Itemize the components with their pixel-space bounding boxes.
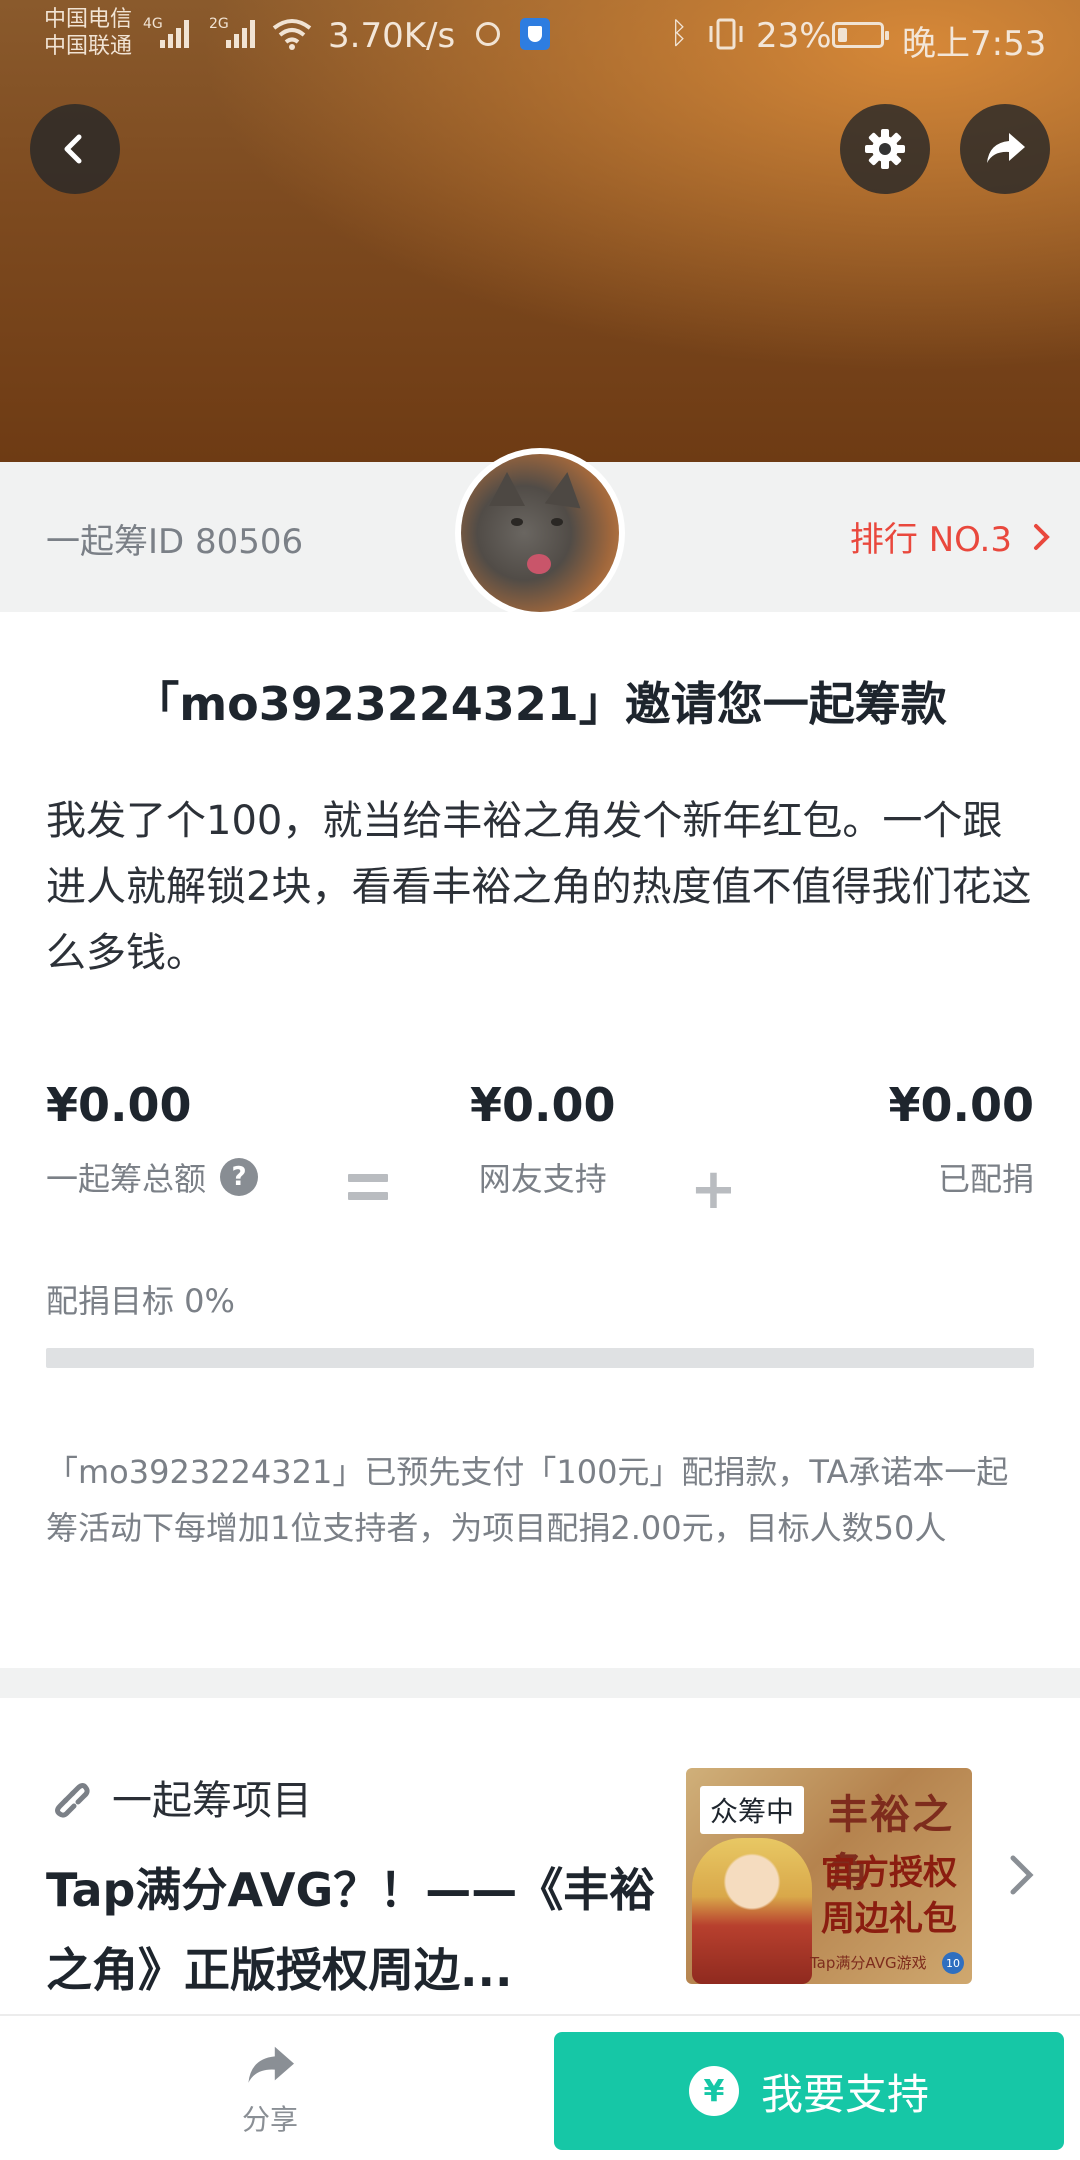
thumbnail-headline: 官方授权 周边礼包 (821, 1853, 957, 1939)
total-amount-label: 一起筹总额 (46, 1160, 207, 1198)
friends-support: ¥0.00 网友支持 (470, 1078, 616, 1200)
invite-title: 「mo3923224321」邀请您一起筹款 (133, 677, 947, 731)
pledge-description: 「mo3923224321」已预先支付「100元」配捐款，TA承诺本一起筹活动下… (46, 1453, 1009, 1547)
share-button-top[interactable] (960, 104, 1050, 194)
friends-support-label: 网友支持 (478, 1160, 607, 1198)
amount-summary: ¥0.00 一起筹总额 ? ¥0.00 网友支持 ¥0.00 已配捐 (0, 1078, 1080, 1218)
campaign-id: 一起筹ID 80506 (46, 522, 304, 562)
project-section-header: 一起筹项目 (46, 1768, 312, 1826)
project-section-label: 一起筹项目 (112, 1778, 312, 1824)
project-title[interactable]: Tap满分AVG？！——《丰裕之角》正版授权周边... (46, 1850, 666, 2010)
vibrate-icon (709, 18, 743, 50)
matched-amount-label: 已配捐 (937, 1160, 1034, 1198)
carrier-names: 中国电信 中国联通 (44, 6, 132, 60)
crowdfunding-status-badge: 众筹中 (700, 1786, 805, 1834)
share-button[interactable]: 分享 (200, 2042, 340, 2138)
match-goal-label: 配捐目标 0% (46, 1282, 235, 1320)
share-arrow-icon (248, 2046, 294, 2083)
timer-icon (476, 22, 500, 46)
signal-icon (160, 18, 189, 48)
status-bar: 中国电信 中国联通 4G 2G 3.70K/s ᛒ 23% 晚上7:53 (0, 0, 1080, 72)
cat-avatar-image (461, 454, 619, 612)
thumbnail-character-art (692, 1838, 812, 1984)
rank-label: 排行 NO.3 (849, 520, 1012, 560)
rank-link[interactable]: 排行 NO.3 (850, 512, 1052, 561)
plus-icon: + (690, 1157, 737, 1222)
battery-level (838, 28, 847, 42)
matched-amount-value: ¥0.00 (888, 1078, 1034, 1132)
support-button[interactable]: ¥ 我要支持 (554, 2032, 1064, 2150)
wifi-icon (272, 19, 312, 50)
project-thumbnail[interactable]: 丰裕之角 官方授权 周边礼包 Tap满分AVG游戏 10 众筹中 (686, 1768, 972, 1984)
matched-amount: ¥0.00 已配捐 (888, 1078, 1034, 1200)
share-arrow-icon (987, 133, 1025, 163)
invite-message: 我发了个100，就当给丰裕之角发个新年红包。一个跟进人就解锁2块，看看丰裕之角的… (46, 798, 1032, 976)
network-speed: 3.70K/s (328, 16, 456, 56)
total-amount-value: ¥0.00 (46, 1078, 192, 1132)
share-label: 分享 (241, 2103, 298, 2136)
link-icon (55, 1783, 90, 1818)
shield-icon (520, 18, 550, 50)
signal-icon (226, 18, 255, 48)
clock: 晚上7:53 (902, 24, 1047, 64)
settings-button[interactable] (840, 104, 930, 194)
battery-percent: 23% (756, 16, 832, 56)
carrier-2: 中国联通 (44, 34, 133, 59)
thumbnail-number-badge: 10 (942, 1952, 964, 1974)
project-open-arrow[interactable] (1006, 1852, 1038, 1902)
gear-icon (865, 129, 905, 169)
section-divider (0, 1668, 1080, 1698)
bottom-action-bar: 分享 ¥ 我要支持 (0, 2014, 1080, 2160)
equals-icon (348, 1174, 388, 1210)
friends-support-value: ¥0.00 (470, 1078, 616, 1132)
battery-icon (832, 22, 889, 48)
help-icon[interactable]: ? (220, 1158, 259, 1196)
thumbnail-subtitle: Tap满分AVG游戏 (810, 1954, 927, 1972)
bluetooth-icon: ᛒ (670, 16, 688, 51)
yen-icon: ¥ (688, 2066, 739, 2116)
chevron-right-icon (1010, 1855, 1034, 1895)
support-label: 我要支持 (760, 2069, 929, 2119)
carrier-1: 中国电信 (44, 7, 133, 32)
chevron-left-icon (64, 134, 82, 164)
avatar[interactable] (455, 448, 625, 618)
header-banner: 中国电信 中国联通 4G 2G 3.70K/s ᛒ 23% 晚上7:53 (0, 0, 1080, 462)
back-button[interactable] (30, 104, 120, 194)
chevron-right-icon (1034, 523, 1050, 550)
total-amount: ¥0.00 一起筹总额 ? (46, 1078, 259, 1200)
match-goal-progress-bar (46, 1348, 1034, 1368)
